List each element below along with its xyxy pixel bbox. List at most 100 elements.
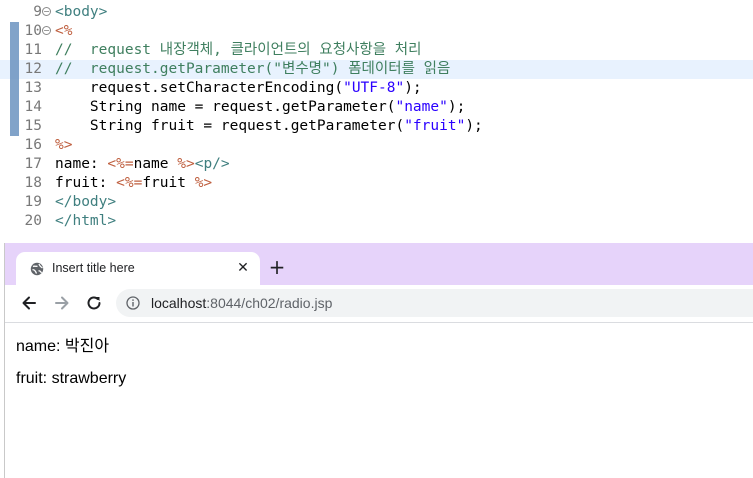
change-marker <box>10 193 19 212</box>
browser-toolbar: localhost:8044/ch02/radio.jsp <box>5 285 753 323</box>
change-marker <box>10 174 19 193</box>
line-number: 20 <box>24 213 42 229</box>
url-host: localhost <box>151 295 207 311</box>
code-line[interactable]: 18 fruit: <%=fruit %> <box>0 174 753 193</box>
code-token: %> <box>177 156 195 172</box>
code-text: <body> <box>55 3 107 22</box>
fold-toggle-icon[interactable]: − <box>42 26 51 35</box>
code-token: <%= <box>116 175 143 191</box>
code-text: fruit: <%=fruit %> <box>55 174 212 193</box>
code-text: String fruit = request.getParameter("fru… <box>55 117 483 136</box>
code-token: %> <box>194 175 213 191</box>
code-line[interactable]: 19 </body> <box>0 193 753 212</box>
change-marker <box>10 136 19 155</box>
line-number: 19 <box>24 194 42 210</box>
code-text: String name = request.getParameter("name… <box>55 98 465 117</box>
change-marker <box>10 41 19 60</box>
code-token: name: <box>55 156 108 172</box>
change-marker <box>10 212 19 231</box>
code-text: </html> <box>55 212 116 231</box>
code-line[interactable]: 16 %> <box>0 136 753 155</box>
change-marker <box>10 3 19 22</box>
code-token: 변수명 <box>281 61 323 77</box>
close-icon[interactable]: ✕ <box>234 259 252 277</box>
code-token: "fruit" <box>404 118 466 134</box>
code-token: // request.getParameter(" <box>55 61 282 77</box>
code-line[interactable]: 17 name: <%=name %><p/> <box>0 155 753 174</box>
code-editor[interactable]: 9− <body> 10− <% 11// request 내장객체, 클라이언트의 요… <box>0 0 753 243</box>
code-token: String fruit = request.getParameter( <box>55 118 405 134</box>
code-token: ); <box>465 118 483 134</box>
code-text: <% <box>55 22 72 41</box>
code-token: <% <box>55 23 73 39</box>
tab-title: Insert title here <box>52 261 135 275</box>
line-number: 16 <box>24 137 42 153</box>
line-number: 11 <box>24 42 42 58</box>
screen: 9− <body> 10− <% 11// request 내장객체, 클라이언트의 요… <box>0 0 753 478</box>
change-marker <box>10 79 19 98</box>
globe-icon <box>30 262 44 276</box>
browser-tab[interactable]: Insert title here ✕ <box>16 252 260 285</box>
line-number: 13 <box>24 80 42 96</box>
code-token: ") <box>322 61 349 77</box>
code-line[interactable]: 11 // request 내장객체, 클라이언트의 요청사항을 처리 <box>0 41 753 60</box>
code-token: String name = request.getParameter( <box>55 99 396 115</box>
code-token: "UTF-8" <box>343 80 405 96</box>
code-text: name: <%=name %><p/> <box>55 155 230 174</box>
code-text: // request.getParameter("변수명") 폼데이터를 읽음 <box>55 60 450 79</box>
fruit-output: fruit: strawberry <box>16 370 127 387</box>
code-token: </html> <box>55 213 117 229</box>
line-number: 12 <box>24 61 42 77</box>
code-line[interactable]: 12 // request.getParameter("변수명") 폼데이터를 읽… <box>0 60 753 79</box>
code-token: 내장객체, 클라이언트의 요청사항을 처리 <box>159 42 422 58</box>
url-path: :8044/ch02/radio.jsp <box>206 295 333 311</box>
fold-toggle-icon[interactable]: − <box>42 7 51 16</box>
code-token: name <box>133 156 178 172</box>
code-line[interactable]: 14 String name = request.getParameter("n… <box>0 98 753 117</box>
arrow-left-icon[interactable] <box>18 292 40 314</box>
code-line[interactable]: 13 request.setCharacterEncoding("UTF-8")… <box>0 79 753 98</box>
code-token: <%= <box>107 156 134 172</box>
code-line[interactable]: 15 String fruit = request.getParameter("… <box>0 117 753 136</box>
code-token: ); <box>404 80 422 96</box>
code-token: request.setCharacterEncoding( <box>55 80 344 96</box>
line-number: 18 <box>24 175 42 191</box>
code-token: </body> <box>55 194 117 210</box>
code-token: %> <box>55 137 73 153</box>
code-token: fruit <box>142 175 195 191</box>
code-token: "name" <box>395 99 448 115</box>
tab-strip: Insert title here ✕ + <box>5 243 753 285</box>
line-number: 17 <box>24 156 42 172</box>
code-text: // request 내장객체, 클라이언트의 요청사항을 처리 <box>55 41 421 60</box>
code-text: %> <box>55 136 72 155</box>
code-token: ); <box>447 99 466 115</box>
code-line[interactable]: 9− <body> <box>0 3 753 22</box>
page-content: name: 박진아 fruit: strawberry <box>5 323 753 478</box>
arrow-right-icon[interactable] <box>51 292 73 314</box>
line-number: 10 <box>24 23 42 39</box>
browser-window: Insert title here ✕ + localhost:8044/ch0… <box>4 243 753 478</box>
code-token: fruit: <box>55 175 117 191</box>
change-marker <box>10 60 19 79</box>
info-icon[interactable] <box>126 296 140 310</box>
code-line[interactable]: 10− <% <box>0 22 753 41</box>
address-bar[interactable]: localhost:8044/ch02/radio.jsp <box>116 289 753 317</box>
name-output: name: 박진아 <box>16 338 110 355</box>
change-marker <box>10 155 19 174</box>
change-marker <box>10 98 19 117</box>
code-text: request.setCharacterEncoding("UTF-8"); <box>55 79 422 98</box>
change-marker <box>10 22 19 41</box>
code-token: <body> <box>55 4 108 20</box>
line-number: 9 <box>33 4 42 20</box>
reload-icon[interactable] <box>83 292 105 314</box>
code-token: // request <box>55 42 160 58</box>
change-marker <box>10 117 19 136</box>
code-text: </body> <box>55 193 116 212</box>
code-token: 폼데이터를 읽음 <box>348 61 451 77</box>
code-token: <p/> <box>194 156 230 172</box>
new-tab-button[interactable]: + <box>266 256 288 278</box>
line-number: 14 <box>24 99 42 115</box>
url-text: localhost:8044/ch02/radio.jsp <box>151 295 332 311</box>
code-line[interactable]: 20 </html> <box>0 212 753 231</box>
line-number: 15 <box>24 118 42 134</box>
